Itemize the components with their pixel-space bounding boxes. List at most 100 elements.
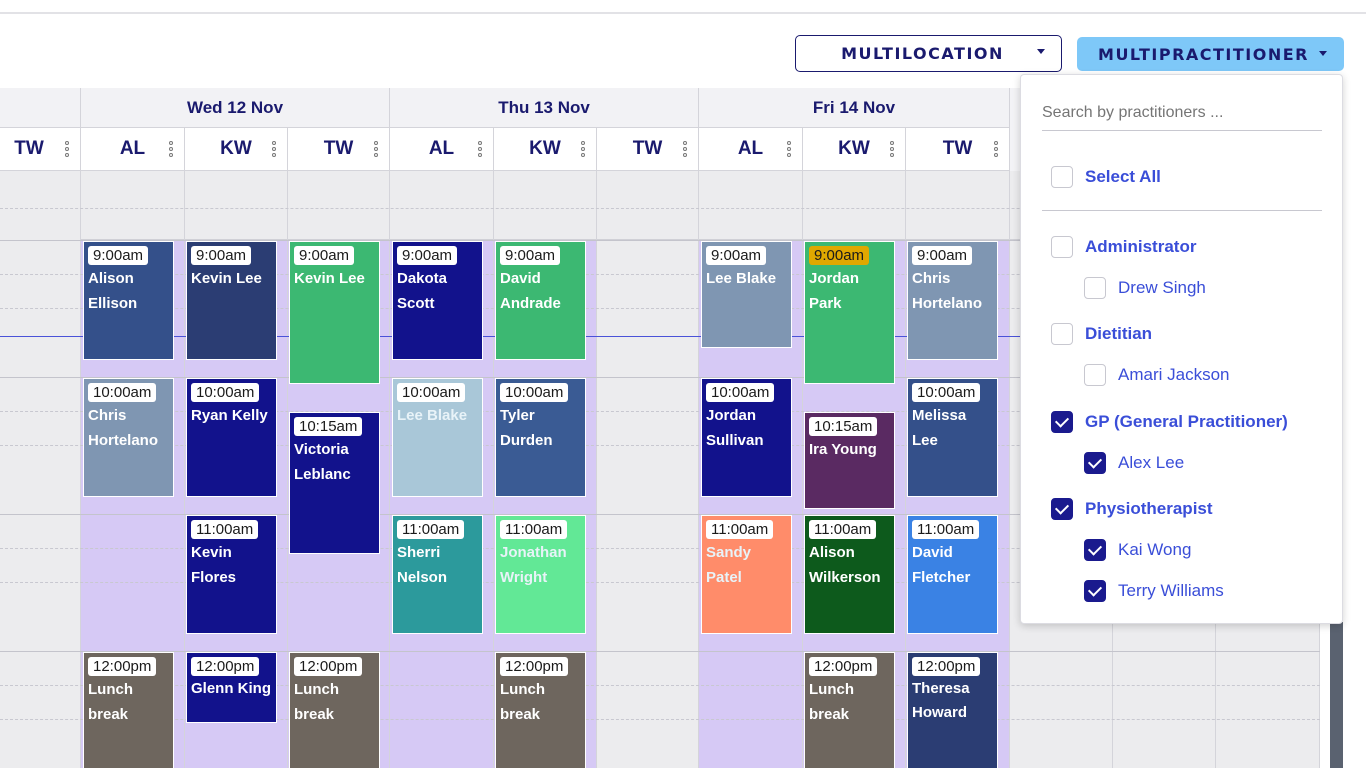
appointment-time: 9:00am bbox=[912, 246, 973, 265]
appointment-card[interactable]: 10:00am Tyler Durden bbox=[495, 378, 586, 497]
group-option-physiotherapist[interactable]: Physiotherapist bbox=[1051, 498, 1213, 520]
column-header-wed-kw[interactable]: KW bbox=[185, 128, 288, 171]
appointment-card[interactable]: 9:00am Lee Blake bbox=[701, 241, 792, 348]
practitioner-option-amari-jackson[interactable]: Amari Jackson bbox=[1084, 364, 1229, 386]
appointment-card[interactable]: 11:00am David Fletcher bbox=[907, 515, 998, 634]
column-header-thu-kw[interactable]: KW bbox=[494, 128, 597, 171]
select-all-checkbox[interactable] bbox=[1051, 166, 1073, 188]
practitioner-option-alex-lee[interactable]: Alex Lee bbox=[1084, 452, 1184, 474]
appointment-patient: Lee Blake bbox=[397, 407, 468, 424]
appointment-card[interactable]: 10:00am Lee Blake bbox=[392, 378, 483, 497]
multipractitioner-button[interactable]: MULTIPRACTITIONER bbox=[1077, 37, 1344, 71]
more-vertical-icon[interactable] bbox=[580, 140, 586, 160]
column-header-fri-tw[interactable]: TW bbox=[906, 128, 1010, 171]
appointment-time: 12:00pm bbox=[294, 657, 363, 676]
column-body-partial[interactable] bbox=[0, 171, 81, 768]
practitioner-search-input[interactable] bbox=[1042, 95, 1322, 131]
appointment-patient: Victoria Leblanc bbox=[294, 441, 351, 483]
practitioner-label: Amari Jackson bbox=[1118, 365, 1230, 384]
column-header-partial[interactable]: TW bbox=[0, 128, 81, 171]
group-option-dietitian[interactable]: Dietitian bbox=[1051, 323, 1152, 345]
all-day-row[interactable] bbox=[81, 171, 184, 240]
all-day-row[interactable] bbox=[906, 171, 1009, 240]
more-vertical-icon[interactable] bbox=[993, 140, 999, 160]
column-header-thu-al[interactable]: AL bbox=[390, 128, 494, 171]
column-header-fri-al[interactable]: AL bbox=[699, 128, 803, 171]
dietitian-checkbox[interactable] bbox=[1051, 323, 1073, 345]
multilocation-button[interactable]: MULTILOCATION bbox=[795, 35, 1062, 72]
administrator-checkbox[interactable] bbox=[1051, 236, 1073, 258]
day-header-partial bbox=[0, 88, 81, 128]
appointment-patient: Sandy Patel bbox=[706, 544, 752, 586]
select-all-option[interactable]: Select All bbox=[1051, 166, 1161, 188]
appointment-card[interactable]: 11:00am Alison Wilkerson bbox=[804, 515, 895, 634]
amari-jackson-checkbox[interactable] bbox=[1084, 364, 1106, 386]
group-option-administrator[interactable]: Administrator bbox=[1051, 236, 1196, 258]
appointment-card[interactable]: 9:00am Jordan Park bbox=[804, 241, 895, 384]
appointment-time: 9:00am bbox=[294, 246, 355, 265]
drew-singh-checkbox[interactable] bbox=[1084, 277, 1106, 299]
appointment-card[interactable]: 9:00am Chris Hortelano bbox=[907, 241, 998, 360]
more-vertical-icon[interactable] bbox=[168, 140, 174, 160]
all-day-row[interactable] bbox=[803, 171, 905, 240]
appointment-card[interactable]: 9:00am Kevin Lee bbox=[289, 241, 380, 384]
appointment-card[interactable]: 10:00am Ryan Kelly bbox=[186, 378, 277, 497]
appointment-patient: Theresa Howard bbox=[912, 680, 970, 721]
column-header-wed-al[interactable]: AL bbox=[81, 128, 185, 171]
appointment-card[interactable]: 9:00am Kevin Lee bbox=[186, 241, 277, 360]
practitioner-option-drew-singh[interactable]: Drew Singh bbox=[1084, 277, 1206, 299]
appointment-card[interactable]: 11:00am Jonathan Wright bbox=[495, 515, 586, 634]
vertical-scrollbar[interactable] bbox=[1330, 622, 1343, 768]
all-day-row[interactable] bbox=[597, 171, 698, 240]
all-day-row[interactable] bbox=[288, 171, 389, 240]
appointment-time: 9:00am bbox=[88, 246, 149, 265]
more-vertical-icon[interactable] bbox=[271, 140, 277, 160]
appointment-card[interactable]: 9:00am Dakota Scott bbox=[392, 241, 483, 360]
more-vertical-icon[interactable] bbox=[786, 140, 792, 160]
appointment-patient: Glenn King bbox=[191, 680, 271, 697]
column-header-wed-tw[interactable]: TW bbox=[288, 128, 390, 171]
appointment-card[interactable]: 12:00pm Theresa Howard bbox=[907, 652, 998, 768]
column-label: TW bbox=[632, 138, 663, 159]
appointment-card[interactable]: 10:00am Melissa Lee bbox=[907, 378, 998, 497]
more-vertical-icon[interactable] bbox=[373, 140, 379, 160]
appointment-card[interactable]: 12:00pm Lunch break bbox=[804, 652, 895, 768]
appointment-card[interactable]: 11:00am Sandy Patel bbox=[701, 515, 792, 634]
all-day-row[interactable] bbox=[494, 171, 596, 240]
gp-checkbox[interactable] bbox=[1051, 411, 1073, 433]
physiotherapist-checkbox[interactable] bbox=[1051, 498, 1073, 520]
terry-williams-checkbox[interactable] bbox=[1084, 580, 1106, 602]
appointment-card[interactable]: 12:00pm Lunch break bbox=[83, 652, 174, 768]
all-day-row[interactable] bbox=[699, 171, 802, 240]
more-vertical-icon[interactable] bbox=[889, 140, 895, 160]
column-header-fri-kw[interactable]: KW bbox=[803, 128, 906, 171]
appointment-card[interactable]: 10:15am Victoria Leblanc bbox=[289, 412, 380, 554]
practitioner-option-kai-wong[interactable]: Kai Wong bbox=[1084, 539, 1191, 561]
day-label: Fri 14 Nov bbox=[812, 97, 896, 117]
appointment-card[interactable]: 9:00am Alison Ellison bbox=[83, 241, 174, 360]
group-option-gp[interactable]: GP (General Practitioner) bbox=[1051, 411, 1288, 433]
more-vertical-icon[interactable] bbox=[682, 140, 688, 160]
appointment-card[interactable]: 10:15am Ira Young bbox=[804, 412, 895, 509]
all-day-row[interactable] bbox=[185, 171, 287, 240]
alex-lee-checkbox[interactable] bbox=[1084, 452, 1106, 474]
appointment-card[interactable]: 10:00am Chris Hortelano bbox=[83, 378, 174, 497]
appointment-patient: Ira Young bbox=[809, 441, 877, 458]
appointment-time: 11:00am bbox=[397, 520, 465, 539]
appointment-time: 10:00am bbox=[500, 383, 569, 402]
more-vertical-icon[interactable] bbox=[477, 140, 483, 160]
appointment-card[interactable]: 12:00pm Lunch break bbox=[289, 652, 380, 768]
appointment-card[interactable]: 11:00am Sherri Nelson bbox=[392, 515, 483, 634]
appointment-patient: Jordan Sullivan bbox=[706, 407, 764, 449]
kai-wong-checkbox[interactable] bbox=[1084, 539, 1106, 561]
all-day-row[interactable] bbox=[390, 171, 493, 240]
more-vertical-icon[interactable] bbox=[64, 140, 70, 160]
practitioner-option-terry-williams[interactable]: Terry Williams bbox=[1084, 580, 1224, 602]
appointment-card[interactable]: 10:00am Jordan Sullivan bbox=[701, 378, 792, 497]
column-body-thu-tw[interactable] bbox=[597, 171, 699, 768]
appointment-card[interactable]: 12:00pm Glenn King bbox=[186, 652, 277, 723]
appointment-card[interactable]: 11:00am Kevin Flores bbox=[186, 515, 277, 634]
column-header-thu-tw[interactable]: TW bbox=[597, 128, 699, 171]
appointment-card[interactable]: 9:00am David Andrade bbox=[495, 241, 586, 360]
appointment-card[interactable]: 12:00pm Lunch break bbox=[495, 652, 586, 768]
